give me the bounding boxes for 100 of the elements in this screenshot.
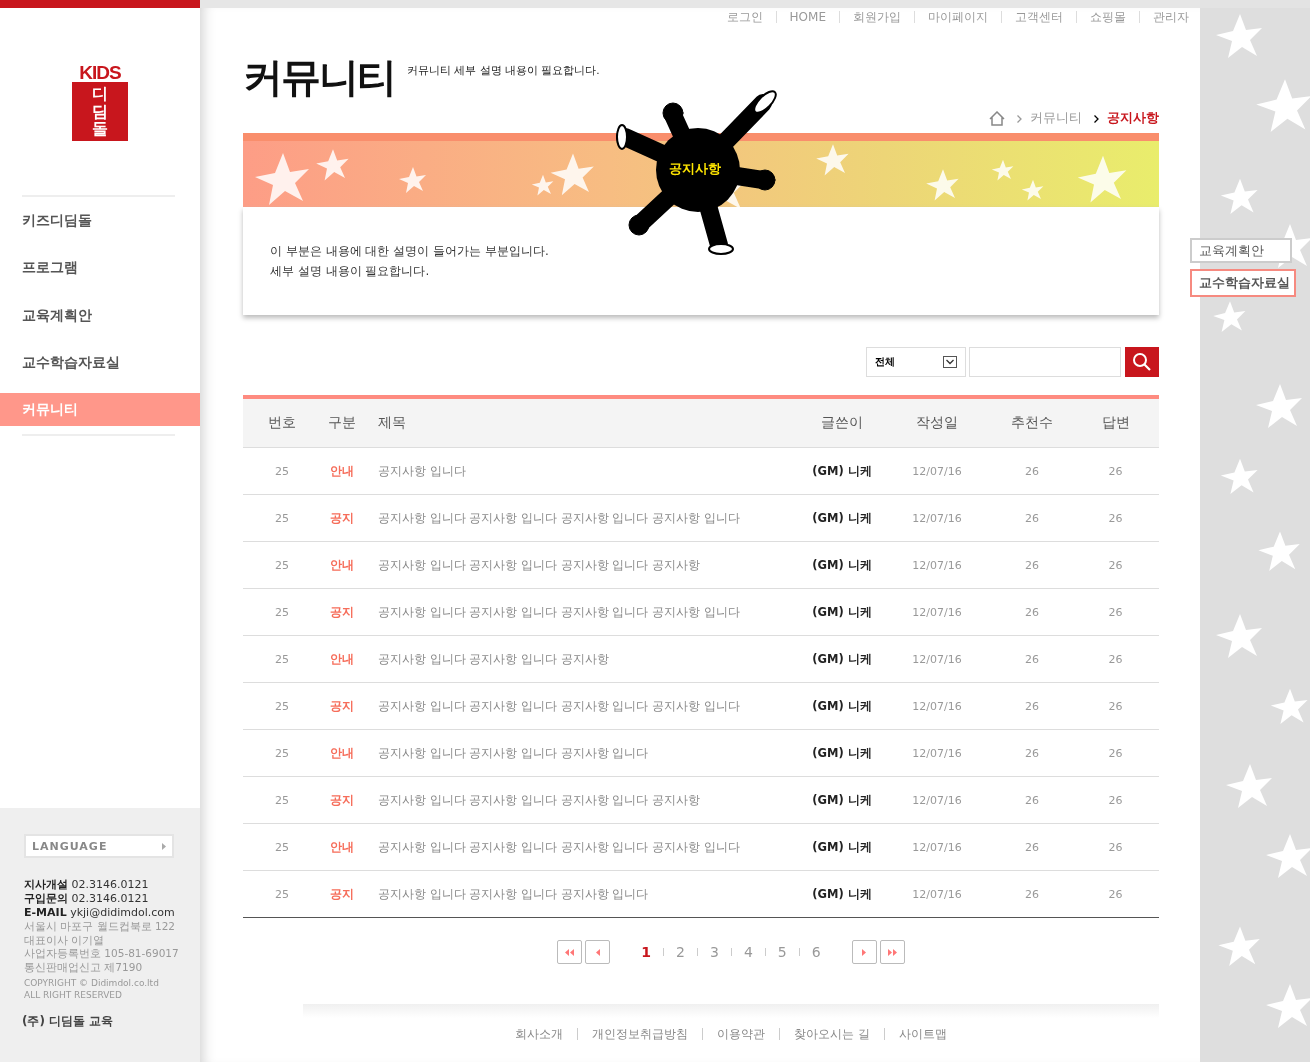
post-title-link[interactable]: 공지사항 입니다 공지사항 입니다 공지사항 입니다 공지사항 bbox=[363, 776, 802, 824]
table-cell: 26 bbox=[1072, 870, 1159, 918]
column-header: 번호 bbox=[243, 397, 321, 448]
table-cell: 26 bbox=[1072, 541, 1159, 589]
company-info: 통신판매업신고 제7190 bbox=[24, 960, 144, 974]
prev-page-button[interactable] bbox=[585, 940, 611, 964]
column-header: 구분 bbox=[321, 397, 363, 448]
author-name: (GM) 니케 bbox=[802, 494, 882, 542]
sidebar-item[interactable]: 커뮤니티 bbox=[0, 392, 200, 426]
column-header: 추천수 bbox=[992, 397, 1072, 448]
breadcrumb-link[interactable]: 커뮤니티 bbox=[1030, 110, 1082, 127]
post-title-link[interactable]: 공지사항 입니다 공지사항 입니다 공지사항 입니다 bbox=[363, 870, 802, 918]
table-cell: 12/07/16 bbox=[882, 494, 992, 542]
category-label: 공지 bbox=[321, 588, 363, 636]
page-subtitle: 커뮤니티 세부 설명 내용이 필요합니다. bbox=[407, 64, 600, 78]
table-cell: 12/07/16 bbox=[882, 682, 992, 730]
top-nav-link[interactable]: 로그인 bbox=[713, 11, 776, 23]
footer-link[interactable]: 개인정보취급방침 bbox=[577, 1028, 703, 1040]
post-title-link[interactable]: 공지사항 입니다 공지사항 입니다 공지사항 입니다 공지사항 입니다 bbox=[363, 494, 802, 542]
left-triangle-icon bbox=[595, 948, 600, 956]
filter-dropdown[interactable]: 전체 bbox=[866, 347, 966, 377]
table-cell: 26 bbox=[1072, 635, 1159, 683]
page-number[interactable]: 1 bbox=[629, 948, 664, 956]
next-page-button[interactable] bbox=[851, 940, 877, 964]
sidebar-item[interactable]: 프로그램 bbox=[0, 244, 200, 292]
page-number[interactable]: 6 bbox=[798, 948, 833, 956]
table-cell: 26 bbox=[992, 823, 1072, 871]
page-number[interactable]: 3 bbox=[697, 948, 731, 956]
author-name: (GM) 니케 bbox=[802, 823, 882, 871]
table-cell: 26 bbox=[992, 447, 1072, 495]
post-title-link[interactable]: 공지사항 입니다 공지사항 입니다 공지사항 입니다 공지사항 bbox=[363, 541, 802, 589]
column-header: 작성일 bbox=[882, 397, 992, 448]
chevron-icon bbox=[1017, 114, 1022, 123]
home-icon[interactable] bbox=[989, 111, 1005, 126]
search-button[interactable] bbox=[1125, 347, 1159, 377]
column-header: 제목 bbox=[363, 397, 802, 448]
post-title-link[interactable]: 공지사항 입니다 공지사항 입니다 공지사항 bbox=[363, 635, 802, 683]
section-title: 공지사항 bbox=[669, 160, 721, 178]
page-number[interactable]: 2 bbox=[663, 948, 697, 956]
category-label: 안내 bbox=[321, 823, 363, 871]
breadcrumb-link[interactable]: 공지사항 bbox=[1107, 110, 1159, 127]
top-nav-link[interactable]: 쇼핑몰 bbox=[1076, 11, 1139, 23]
quick-menu-item[interactable]: 교수학습자료실 bbox=[1190, 269, 1296, 297]
language-dropdown[interactable]: LANGUAGE bbox=[24, 834, 174, 858]
category-label: 공지 bbox=[321, 870, 363, 918]
footer-link[interactable]: 사이트맵 bbox=[883, 1028, 961, 1040]
post-title-link[interactable]: 공지사항 입니다 bbox=[363, 447, 802, 495]
table-cell: 26 bbox=[1072, 729, 1159, 777]
table-cell: 12/07/16 bbox=[882, 870, 992, 918]
footer-link[interactable]: 이용약관 bbox=[702, 1028, 780, 1040]
table-cell: 26 bbox=[992, 494, 1072, 542]
sidebar-item[interactable]: 키즈디딤돌 bbox=[0, 196, 200, 245]
right-triangle-icon bbox=[862, 948, 867, 956]
post-title-link[interactable]: 공지사항 입니다 공지사항 입니다 공지사항 입니다 bbox=[363, 729, 802, 777]
last-page-button[interactable] bbox=[879, 940, 905, 964]
top-nav-link[interactable]: 회원가입 bbox=[839, 11, 914, 23]
caret-icon bbox=[162, 842, 166, 850]
table-cell: 26 bbox=[1072, 447, 1159, 495]
table-cell: 26 bbox=[992, 635, 1072, 683]
double-left-icon bbox=[565, 948, 575, 956]
column-header: 글쓴이 bbox=[802, 397, 882, 448]
table-cell: 25 bbox=[243, 635, 321, 683]
contact-line: 구입문의 02.3146.0121 bbox=[24, 892, 150, 906]
contact-line: E-MAIL ykji@didimdol.com bbox=[24, 906, 176, 920]
dropdown-icon bbox=[943, 356, 957, 368]
top-nav-link[interactable]: HOME bbox=[775, 11, 839, 23]
company-name: (주) 디딤돌 교육 bbox=[22, 1013, 115, 1030]
table-cell: 25 bbox=[243, 870, 321, 918]
copyright-text: ALL RIGHT RESERVED bbox=[24, 989, 123, 1001]
table-cell: 12/07/16 bbox=[882, 541, 992, 589]
post-title-link[interactable]: 공지사항 입니다 공지사항 입니다 공지사항 입니다 공지사항 입니다 bbox=[363, 823, 802, 871]
table-cell: 26 bbox=[992, 776, 1072, 824]
post-title-link[interactable]: 공지사항 입니다 공지사항 입니다 공지사항 입니다 공지사항 입니다 bbox=[363, 682, 802, 730]
search-icon bbox=[1132, 352, 1152, 372]
table-cell: 12/07/16 bbox=[882, 823, 992, 871]
top-nav-link[interactable]: 고객센터 bbox=[1001, 11, 1076, 23]
table-cell: 26 bbox=[1072, 494, 1159, 542]
category-label: 안내 bbox=[321, 447, 363, 495]
top-nav-link[interactable]: 마이페이지 bbox=[914, 11, 1001, 23]
sidebar-item[interactable]: 교수학습자료실 bbox=[0, 339, 200, 387]
footer-link[interactable]: 찾아오시는 길 bbox=[779, 1028, 884, 1040]
copyright-text: COPYRIGHT © Didimdol.co.ltd bbox=[24, 977, 160, 989]
contact-line: 지사개설 02.3146.0121 bbox=[24, 878, 150, 892]
table-cell: 26 bbox=[992, 588, 1072, 636]
quick-menu-item[interactable]: 교육계획안 bbox=[1190, 238, 1292, 263]
sidebar-item[interactable]: 교육계획안 bbox=[0, 291, 200, 340]
description-text: 이 부분은 내용에 대한 설명이 들어가는 부분입니다. 세부 설명 내용이 필요합니다. bbox=[270, 243, 550, 280]
table-cell: 26 bbox=[1072, 776, 1159, 824]
post-title-link[interactable]: 공지사항 입니다 공지사항 입니다 공지사항 입니다 공지사항 입니다 bbox=[363, 588, 802, 636]
first-page-button[interactable] bbox=[557, 940, 583, 964]
footer-link[interactable]: 회사소개 bbox=[501, 1028, 578, 1040]
author-name: (GM) 니케 bbox=[802, 776, 882, 824]
table-cell: 26 bbox=[1072, 588, 1159, 636]
table-cell: 25 bbox=[243, 682, 321, 730]
page-number[interactable]: 5 bbox=[764, 948, 799, 956]
table-cell: 12/07/16 bbox=[882, 776, 992, 824]
search-field[interactable] bbox=[969, 347, 1121, 377]
table-cell: 25 bbox=[243, 823, 321, 871]
table-cell: 25 bbox=[243, 494, 321, 542]
page-number[interactable]: 4 bbox=[730, 948, 765, 956]
